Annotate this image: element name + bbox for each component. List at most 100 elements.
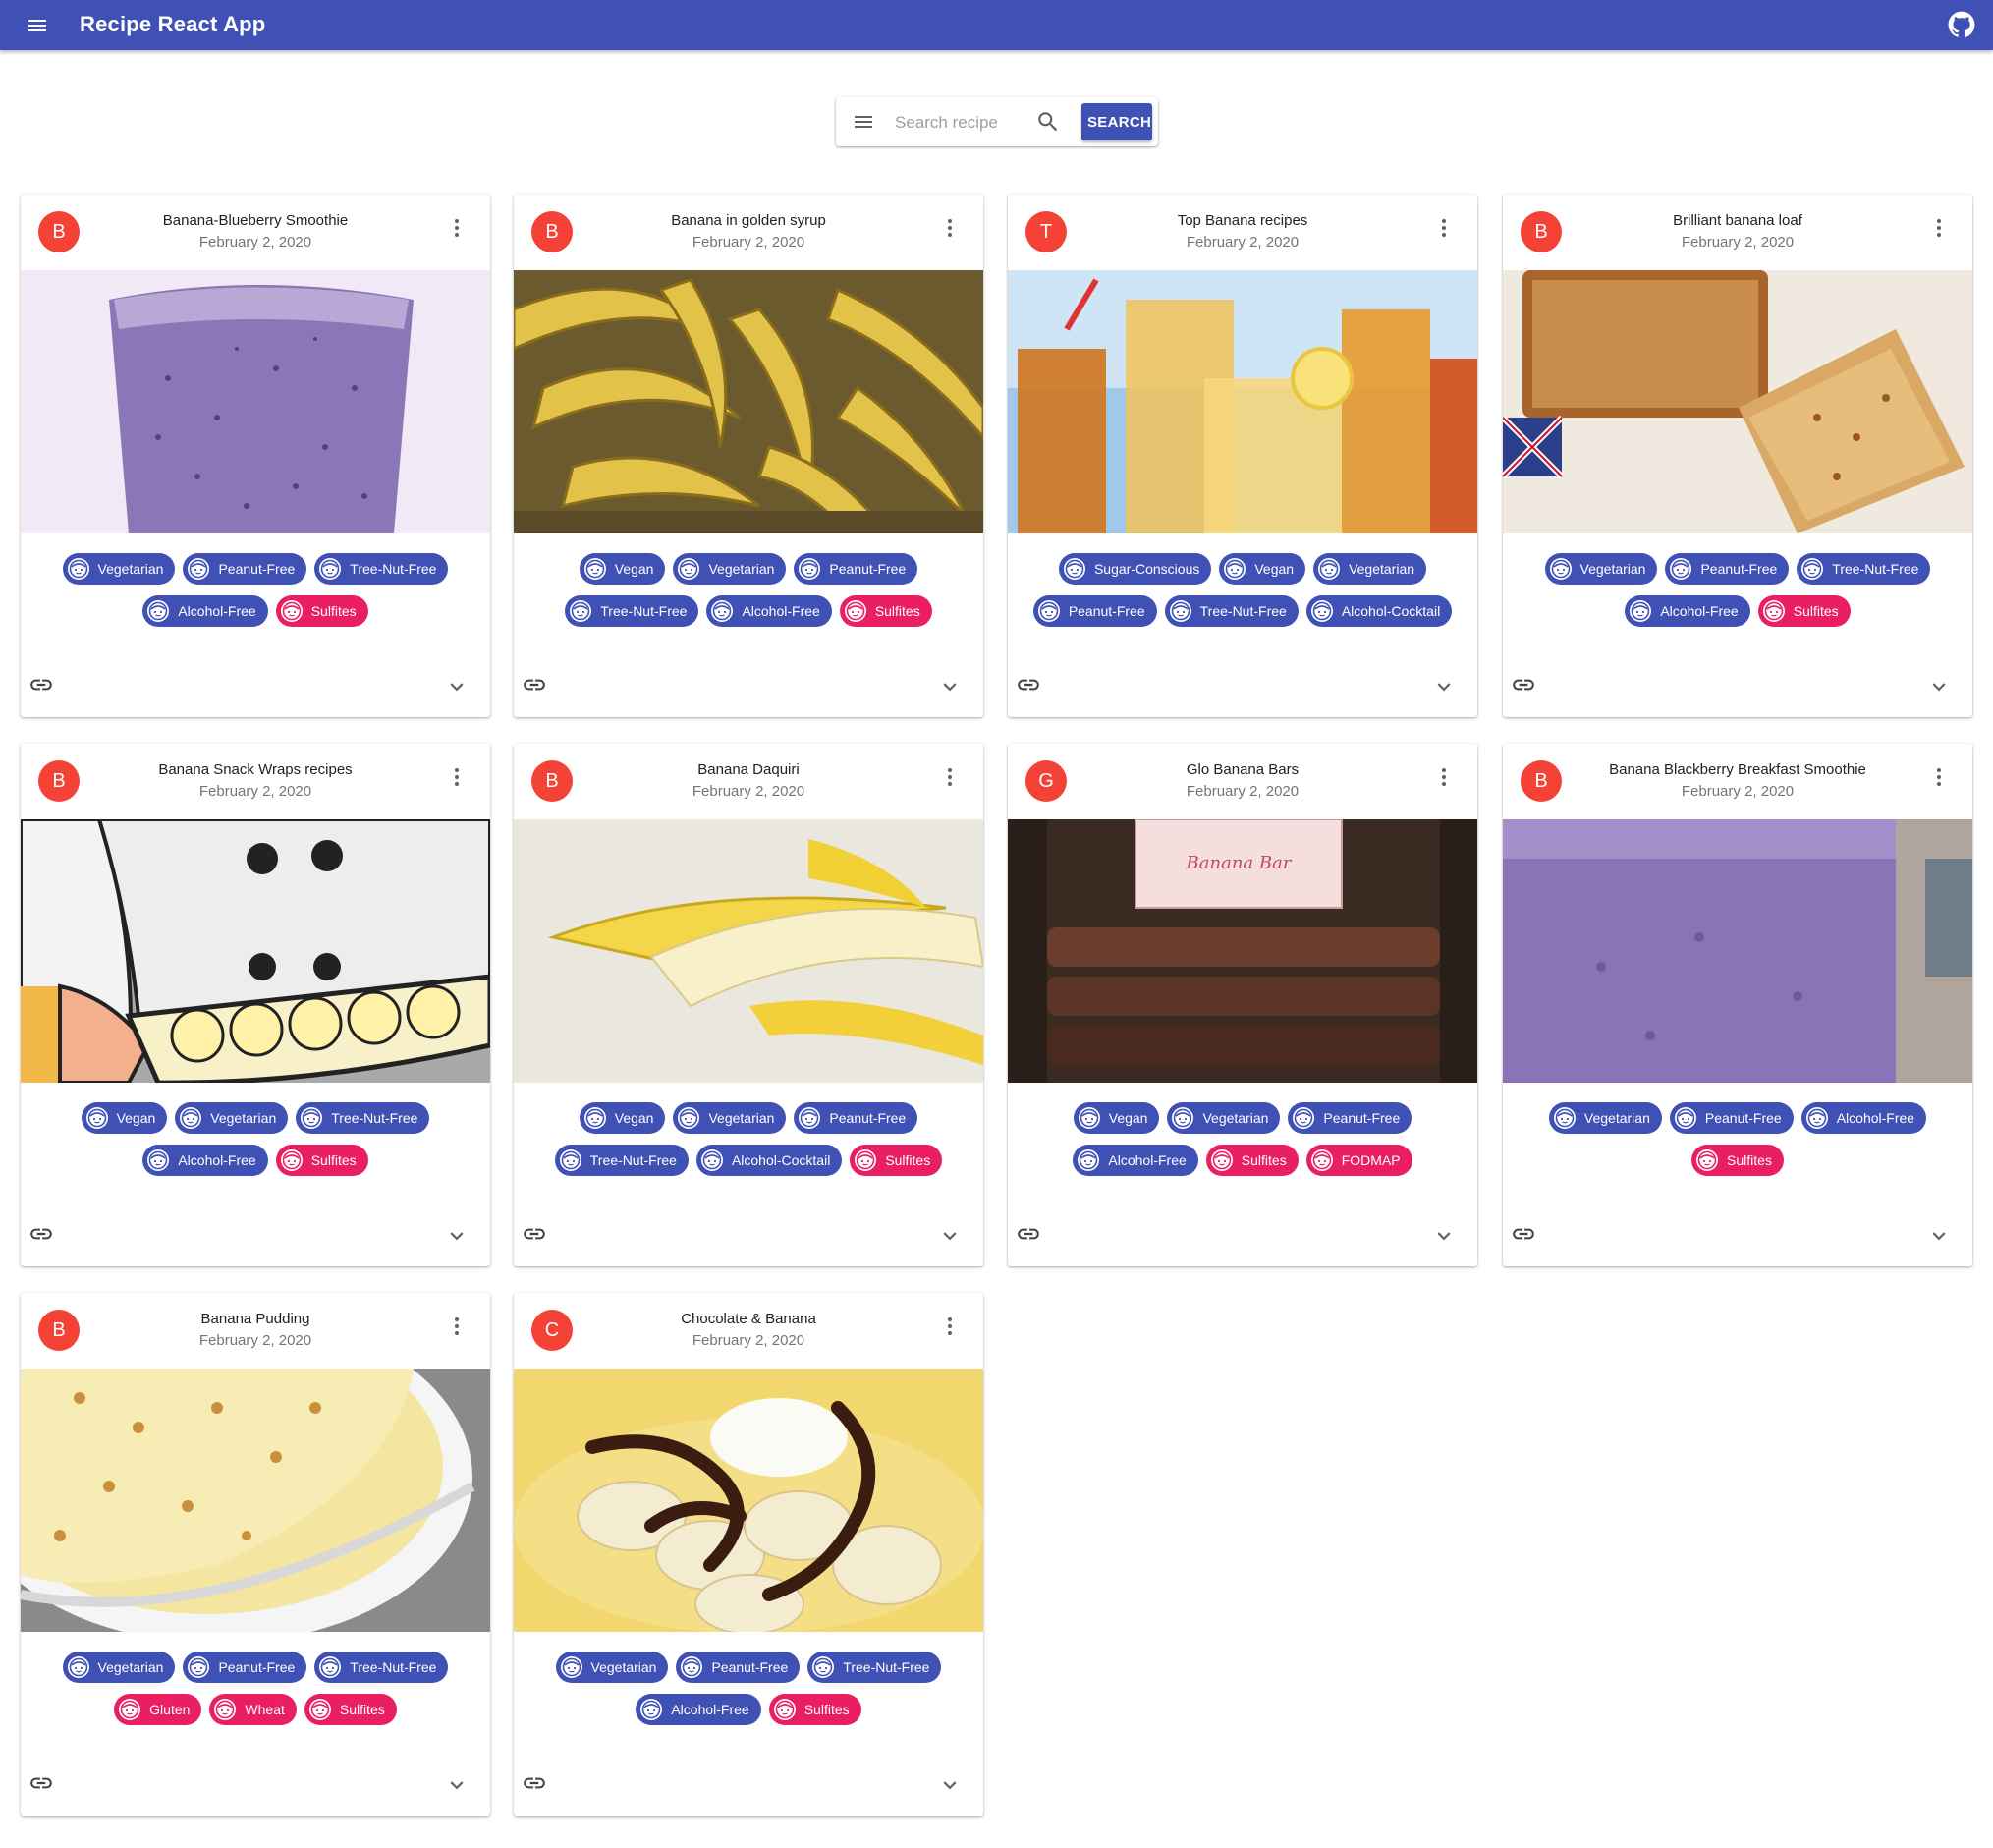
tag-chip[interactable]: Vegan (1073, 1102, 1160, 1134)
link-icon[interactable] (1016, 1221, 1041, 1247)
tag-chip[interactable]: Tree-Nut-Free (554, 1145, 689, 1176)
tag-chip[interactable]: Tree-Nut-Free (314, 553, 449, 585)
tag-chip[interactable]: Peanut-Free (1288, 1102, 1412, 1134)
tag-label: Sulfites (1727, 1152, 1772, 1168)
tag-chip[interactable]: Peanut-Free (676, 1652, 801, 1683)
more-vert-icon[interactable] (445, 216, 469, 240)
tag-chip[interactable]: Alcohol-Free (1800, 1102, 1927, 1134)
more-vert-icon[interactable] (938, 765, 962, 789)
tag-chip[interactable]: Vegetarian (1313, 553, 1427, 585)
tag-chip[interactable]: Tree-Nut-Free (807, 1652, 942, 1683)
recipe-card: B Banana Blackberry Breakfast Smoothie F… (1503, 744, 1972, 1266)
expand-more-icon[interactable] (1926, 1223, 1952, 1249)
tag-chip[interactable]: Alcohol-Free (1625, 595, 1750, 627)
tag-chip[interactable]: FODMAP (1305, 1145, 1412, 1176)
more-vert-icon[interactable] (938, 1315, 962, 1338)
tag-chip[interactable]: Vegetarian (555, 1652, 669, 1683)
tag-chip[interactable]: Vegetarian (673, 1102, 787, 1134)
link-icon[interactable] (1511, 672, 1536, 698)
tag-chip[interactable]: Wheat (209, 1694, 297, 1725)
face-icon (1695, 1148, 1719, 1172)
expand-more-icon[interactable] (937, 674, 963, 700)
expand-more-icon[interactable] (937, 1223, 963, 1249)
expand-more-icon[interactable] (444, 1772, 470, 1798)
tag-chip[interactable]: Sugar-Conscious (1058, 553, 1212, 585)
link-icon[interactable] (1511, 1221, 1536, 1247)
tag-list: Vegan Vegetarian Peanut-Free Tree-Nut-Fr… (533, 553, 964, 627)
face-icon (710, 599, 734, 623)
tag-chip[interactable]: Alcohol-Free (142, 1145, 268, 1176)
tag-chip[interactable]: Sulfites (275, 595, 368, 627)
tag-chip[interactable]: Alcohol-Free (706, 595, 832, 627)
tag-chip[interactable]: Alcohol-Free (636, 1694, 761, 1725)
link-icon[interactable] (28, 672, 54, 698)
tag-chip[interactable]: Sulfites (850, 1145, 943, 1176)
expand-more-icon[interactable] (1431, 674, 1457, 700)
tag-chip[interactable]: Vegetarian (175, 1102, 289, 1134)
tag-chip[interactable]: Tree-Nut-Free (1797, 553, 1931, 585)
tag-chip[interactable]: Alcohol-Free (142, 595, 268, 627)
face-icon (1078, 1106, 1101, 1130)
tag-chip[interactable]: Peanut-Free (183, 553, 307, 585)
tag-chip[interactable]: Alcohol-Cocktail (695, 1145, 843, 1176)
search-icon[interactable] (1035, 109, 1061, 135)
link-icon[interactable] (28, 1221, 54, 1247)
tag-chip[interactable]: Vegan (81, 1102, 168, 1134)
search-button[interactable]: SEARCH (1081, 103, 1152, 140)
more-vert-icon[interactable] (1432, 216, 1456, 240)
tag-chip[interactable]: Sulfites (275, 1145, 368, 1176)
link-icon[interactable] (522, 1770, 547, 1796)
expand-more-icon[interactable] (1926, 674, 1952, 700)
more-vert-icon[interactable] (1927, 216, 1951, 240)
tag-chip[interactable]: Sulfites (768, 1694, 861, 1725)
menu-icon[interactable] (26, 14, 49, 37)
tag-chip[interactable]: Gluten (114, 1694, 202, 1725)
tag-chip[interactable]: Sulfites (1691, 1145, 1784, 1176)
more-vert-icon[interactable] (1432, 765, 1456, 789)
link-icon[interactable] (522, 1221, 547, 1247)
tag-chip[interactable]: Peanut-Free (794, 1102, 918, 1134)
tag-chip[interactable]: Peanut-Free (794, 553, 918, 585)
tag-chip[interactable]: Peanut-Free (1669, 1102, 1794, 1134)
expand-more-icon[interactable] (444, 1223, 470, 1249)
tag-chip[interactable]: Peanut-Free (1665, 553, 1790, 585)
tag-chip[interactable]: Sulfites (839, 595, 932, 627)
tag-chip[interactable]: Vegetarian (673, 553, 787, 585)
link-icon[interactable] (522, 672, 547, 698)
tag-chip[interactable]: Tree-Nut-Free (1164, 595, 1299, 627)
tag-chip[interactable]: Vegetarian (62, 1652, 176, 1683)
tag-chip[interactable]: Vegan (579, 1102, 666, 1134)
tag-chip[interactable]: Sulfites (1205, 1145, 1299, 1176)
more-vert-icon[interactable] (938, 216, 962, 240)
expand-more-icon[interactable] (444, 674, 470, 700)
tag-chip[interactable]: Vegan (579, 553, 666, 585)
tag-chip[interactable]: Alcohol-Cocktail (1305, 595, 1453, 627)
link-icon[interactable] (28, 1770, 54, 1796)
more-vert-icon[interactable] (1927, 765, 1951, 789)
tag-chip[interactable]: Vegetarian (1544, 553, 1658, 585)
tag-chip[interactable]: Vegetarian (62, 553, 176, 585)
tag-chip[interactable]: Sulfites (1757, 595, 1851, 627)
search-input[interactable] (893, 109, 1054, 137)
more-vert-icon[interactable] (445, 765, 469, 789)
more-vert-icon[interactable] (445, 1315, 469, 1338)
tag-chip[interactable]: Alcohol-Free (1073, 1145, 1198, 1176)
tag-chip[interactable]: Tree-Nut-Free (314, 1652, 449, 1683)
expand-more-icon[interactable] (937, 1772, 963, 1798)
face-icon (798, 557, 821, 581)
link-icon[interactable] (1016, 672, 1041, 698)
tag-chip[interactable]: Vegan (1219, 553, 1306, 585)
tag-chip[interactable]: Peanut-Free (1032, 595, 1157, 627)
tag-chip[interactable]: Vegetarian (1167, 1102, 1281, 1134)
tag-chip[interactable]: Peanut-Free (183, 1652, 307, 1683)
face-icon (559, 1148, 582, 1172)
tag-chip[interactable]: Sulfites (304, 1694, 397, 1725)
face-icon (179, 1106, 202, 1130)
tag-chip[interactable]: Vegetarian (1548, 1102, 1662, 1134)
expand-more-icon[interactable] (1431, 1223, 1457, 1249)
filter-menu-icon[interactable] (852, 110, 875, 134)
tag-chip[interactable]: Tree-Nut-Free (565, 595, 699, 627)
github-icon[interactable] (1948, 11, 1975, 38)
tag-chip[interactable]: Tree-Nut-Free (296, 1102, 430, 1134)
tag-label: Vegetarian (708, 561, 775, 577)
